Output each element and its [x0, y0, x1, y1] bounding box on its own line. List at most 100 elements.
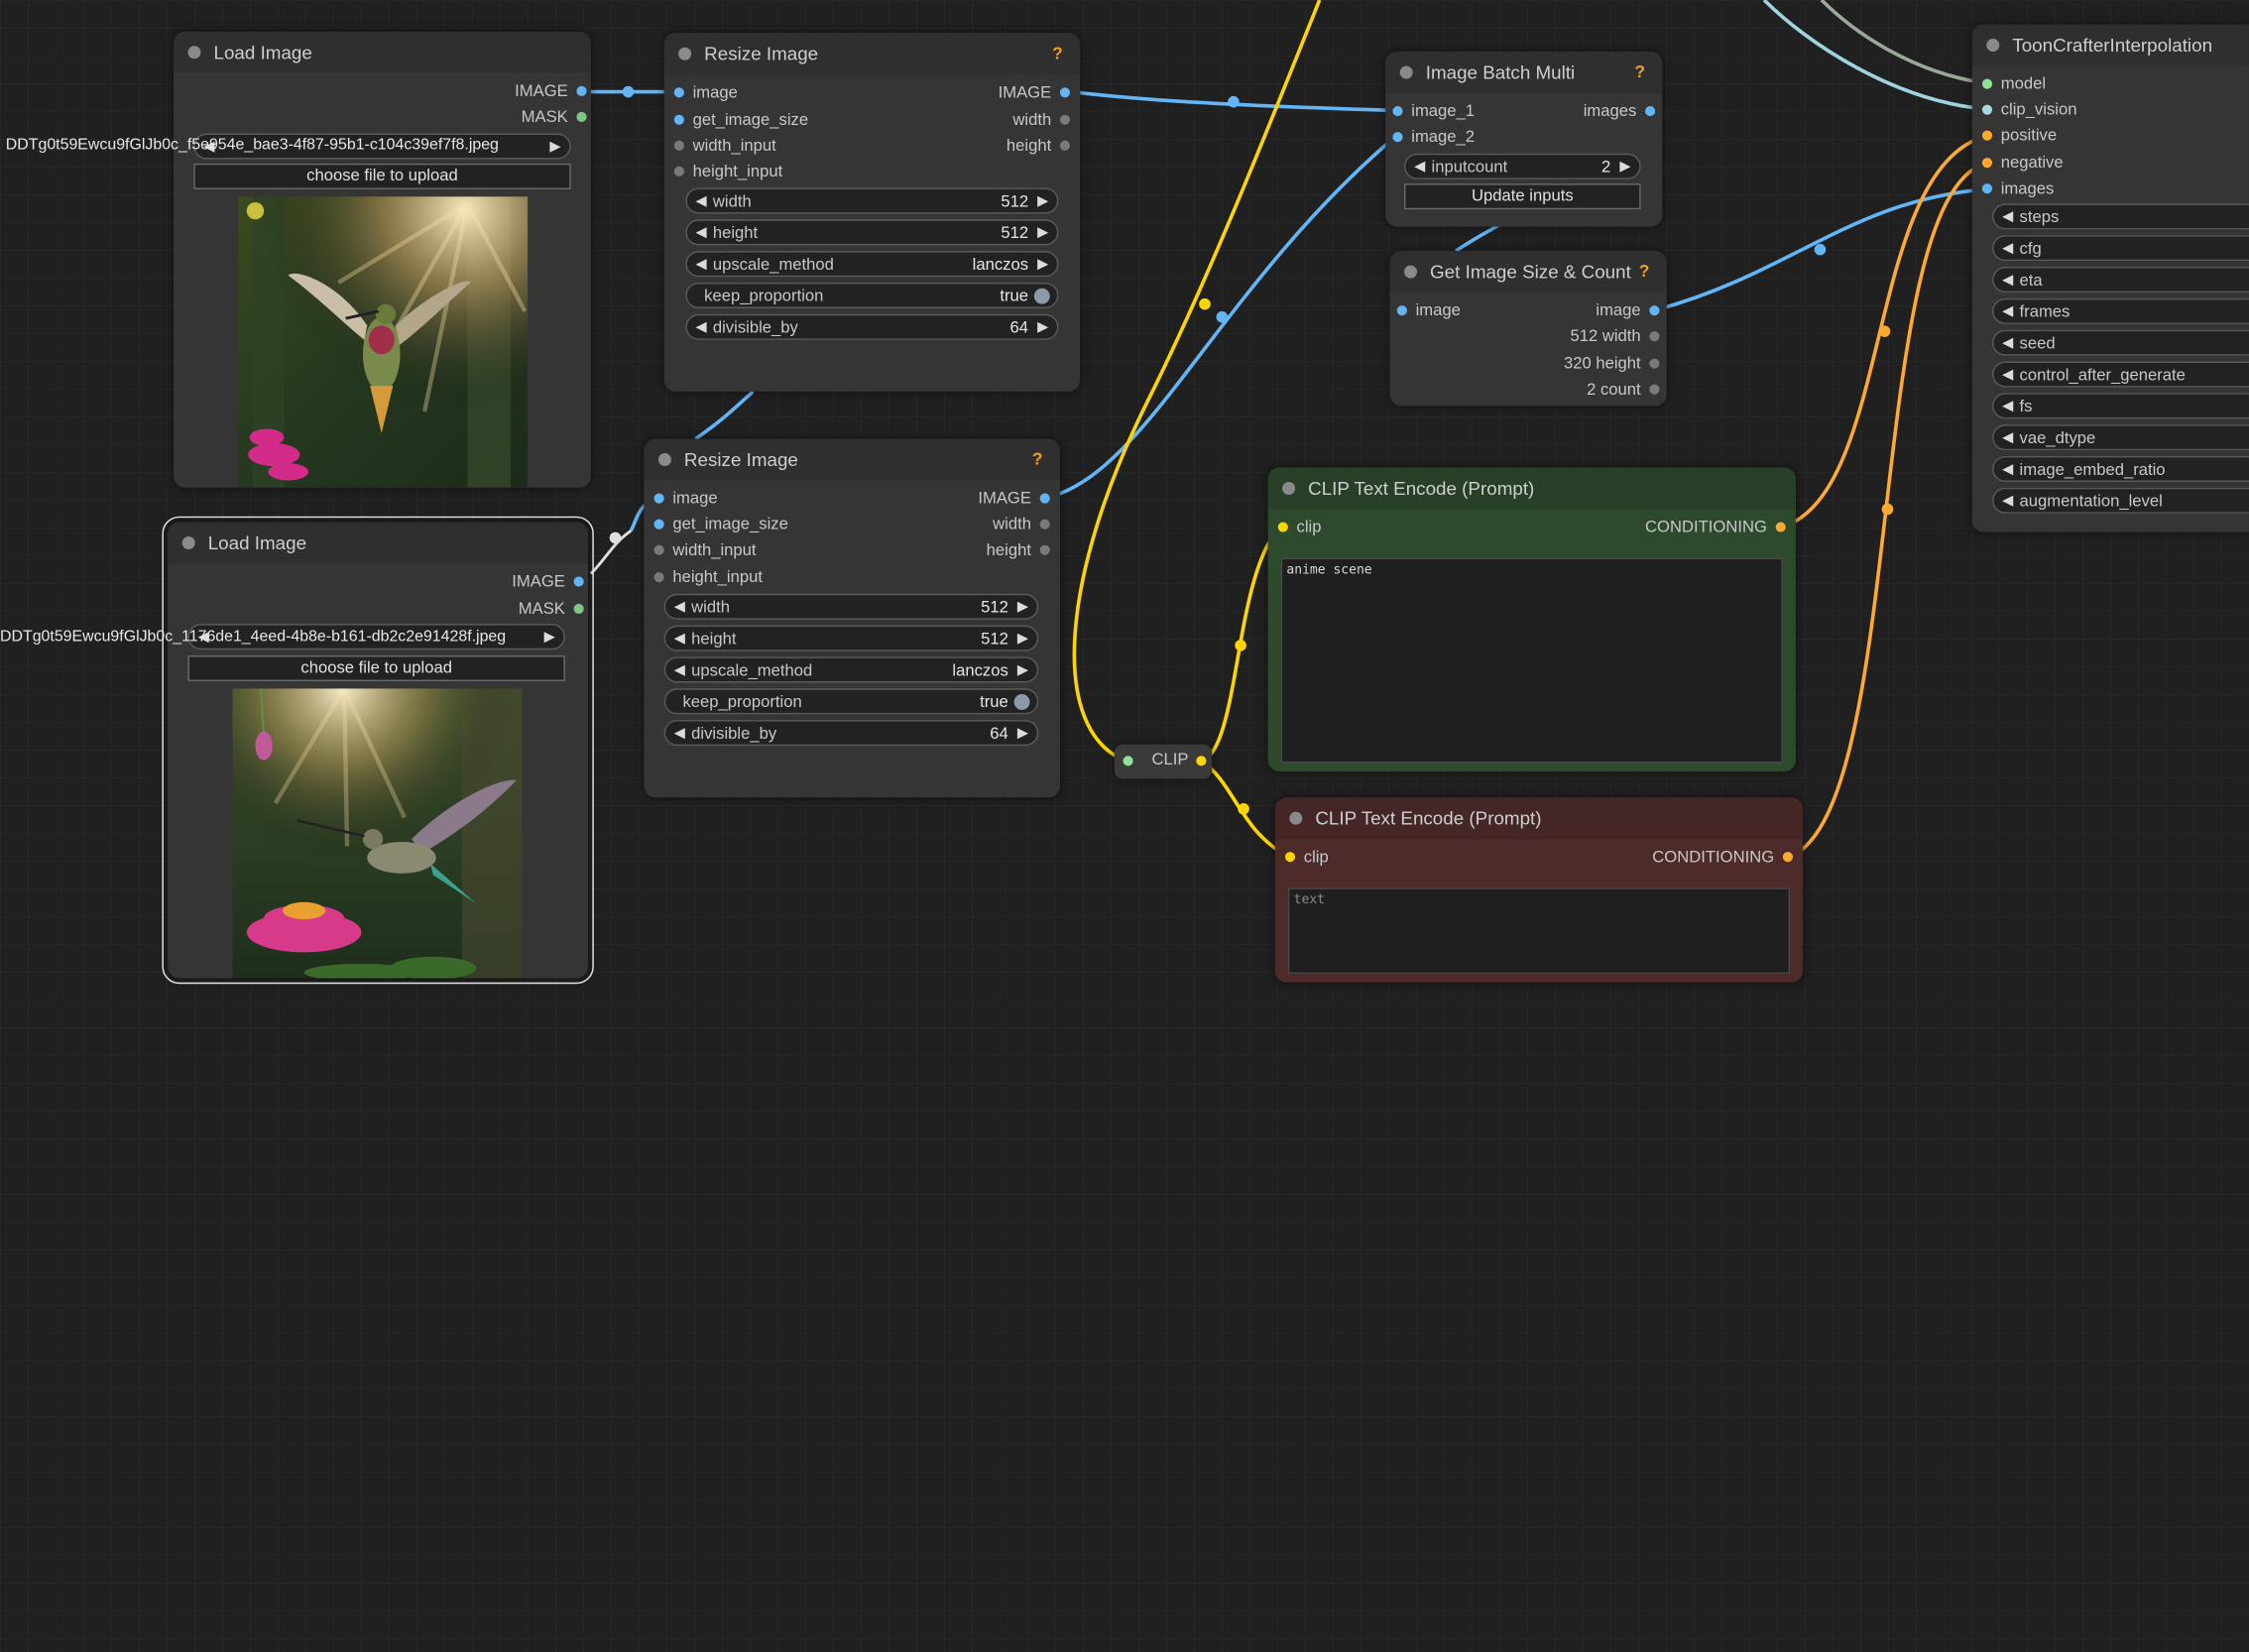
output-pin[interactable]	[1649, 331, 1660, 342]
collapse-dot[interactable]	[1399, 65, 1413, 79]
arrow-left-icon[interactable]: ◀	[2002, 457, 2013, 483]
augmentation-level-widget[interactable]: ◀ augmentation_level	[1992, 487, 2249, 514]
keep-proportion-toggle[interactable]: keep_proportion true	[685, 282, 1059, 308]
output-pin[interactable]	[1775, 522, 1786, 532]
input-image[interactable]: image	[669, 83, 738, 103]
arrow-left-icon[interactable]: ◀	[696, 189, 707, 215]
input-pin[interactable]	[653, 519, 664, 530]
collapse-dot[interactable]	[1404, 265, 1418, 279]
arrow-left-icon[interactable]: ◀	[674, 627, 685, 652]
input-height[interactable]: height_input	[650, 568, 763, 588]
arrow-right-icon[interactable]: ▶	[1037, 221, 1048, 247]
input-clip[interactable]: clip	[1281, 848, 1329, 868]
arrow-right-icon[interactable]: ▶	[1017, 595, 1028, 621]
arrow-left-icon[interactable]: ◀	[696, 253, 707, 279]
input-image-2[interactable]: image_2	[1388, 128, 1475, 148]
vae-dtype-widget[interactable]: ◀ vae_dtype	[1992, 424, 2249, 452]
keep-proportion-toggle[interactable]: keep_proportion true	[663, 688, 1039, 715]
output-width[interactable]: 512 width	[1570, 327, 1663, 347]
output-mask[interactable]: MASK	[519, 600, 588, 620]
output-height[interactable]: 320 height	[1564, 354, 1664, 374]
input-pin[interactable]	[1981, 78, 1993, 89]
collapse-dot[interactable]	[1289, 811, 1303, 825]
input-pin[interactable]	[653, 544, 664, 555]
input-pin[interactable]	[1981, 183, 1993, 194]
output-height[interactable]: height	[1006, 136, 1074, 156]
arrow-left-icon[interactable]: ◀	[2002, 426, 2013, 452]
reroute-input-pin[interactable]	[1123, 756, 1133, 767]
node-title[interactable]: CLIP Text Encode (Prompt)	[1267, 467, 1796, 510]
output-pin[interactable]	[1645, 106, 1656, 117]
input-pin[interactable]	[653, 493, 664, 504]
height-widget[interactable]: ◀ height 512 ▶	[663, 625, 1039, 652]
input-pin[interactable]	[1981, 130, 1993, 141]
collapse-dot[interactable]	[187, 46, 201, 59]
output-images[interactable]: images	[1584, 102, 1660, 122]
input-clip-vision[interactable]: clip_vision	[1978, 100, 2076, 120]
input-image-1[interactable]: image_1	[1388, 102, 1475, 122]
collapse-dot[interactable]	[181, 535, 195, 549]
resize-image-node-2[interactable]: Resize Image? image get_image_size width…	[644, 438, 1060, 798]
arrow-right-icon[interactable]: ▶	[544, 626, 555, 651]
output-pin[interactable]	[1059, 140, 1071, 151]
clip-text-encode-negative-node[interactable]: CLIP Text Encode (Prompt) clip CONDITION…	[1274, 797, 1804, 983]
prompt-textarea[interactable]: text	[1287, 887, 1791, 975]
arrow-right-icon[interactable]: ▶	[549, 135, 560, 161]
output-mask[interactable]: MASK	[522, 107, 591, 127]
arrow-right-icon[interactable]: ▶	[1017, 658, 1028, 684]
steps-widget[interactable]: ◀ steps	[1992, 203, 2249, 231]
node-title[interactable]: Resize Image?	[644, 438, 1060, 481]
output-conditioning[interactable]: CONDITIONING	[1645, 518, 1790, 537]
output-width[interactable]: width	[993, 515, 1054, 534]
tooncrafter-interpolation-node[interactable]: ToonCrafterInterpolation model clip_visi…	[1971, 24, 2249, 532]
clip-text-encode-positive-node[interactable]: CLIP Text Encode (Prompt) clip CONDITION…	[1267, 467, 1796, 772]
input-pin[interactable]	[1284, 852, 1296, 863]
output-image[interactable]: IMAGE	[999, 83, 1075, 103]
input-pin[interactable]	[1981, 158, 1993, 169]
input-pin[interactable]	[1981, 104, 1993, 115]
reroute-output-pin[interactable]	[1196, 756, 1207, 767]
arrow-left-icon[interactable]: ◀	[674, 722, 685, 748]
clip-reroute-node[interactable]: CLIP	[1114, 744, 1213, 779]
arrow-left-icon[interactable]: ◀	[2002, 205, 2013, 231]
input-image[interactable]: image	[1392, 301, 1461, 321]
node-title[interactable]: Get Image Size & Count?	[1389, 251, 1667, 294]
input-images[interactable]: images	[1978, 179, 2054, 199]
arrow-right-icon[interactable]: ▶	[1037, 253, 1048, 279]
input-pin[interactable]	[673, 114, 684, 125]
prompt-textarea[interactable]: anime scene	[1280, 557, 1783, 764]
output-pin[interactable]	[1039, 493, 1050, 504]
divisible-by-widget[interactable]: ◀ divisible_by 64 ▶	[663, 720, 1039, 748]
arrow-left-icon[interactable]: ◀	[2002, 299, 2013, 325]
output-conditioning[interactable]: CONDITIONING	[1652, 848, 1797, 868]
update-inputs-button[interactable]: Update inputs	[1404, 183, 1641, 210]
help-icon[interactable]: ?	[1032, 439, 1043, 481]
output-pin[interactable]	[1039, 519, 1050, 530]
get-image-size-count-node[interactable]: Get Image Size & Count? image image 512 …	[1389, 251, 1667, 407]
help-icon[interactable]: ?	[1639, 251, 1650, 293]
output-image[interactable]: IMAGE	[515, 81, 591, 101]
output-pin[interactable]	[1649, 358, 1660, 369]
input-pin[interactable]	[1396, 305, 1407, 316]
input-get-image-size[interactable]: get_image_size	[650, 515, 788, 534]
collapse-dot[interactable]	[1282, 481, 1296, 496]
upload-button[interactable]: choose file to upload	[187, 655, 565, 682]
output-count[interactable]: 2 count	[1587, 380, 1664, 400]
arrow-left-icon[interactable]: ◀	[674, 595, 685, 621]
input-clip[interactable]: clip	[1273, 518, 1322, 537]
frames-widget[interactable]: ◀ frames	[1992, 297, 2249, 325]
arrow-left-icon[interactable]: ◀	[2002, 395, 2013, 420]
input-pin[interactable]	[1277, 522, 1288, 532]
collapse-dot[interactable]	[678, 47, 692, 60]
help-icon[interactable]: ?	[1052, 33, 1063, 74]
node-title[interactable]: ToonCrafterInterpolation	[1971, 24, 2249, 66]
help-icon[interactable]: ?	[1634, 52, 1645, 93]
output-image[interactable]: IMAGE	[978, 489, 1054, 509]
output-image[interactable]: image	[1596, 301, 1663, 321]
arrow-left-icon[interactable]: ◀	[696, 315, 707, 341]
arrow-right-icon[interactable]: ▶	[1037, 315, 1048, 341]
input-pin[interactable]	[673, 166, 684, 177]
arrow-left-icon[interactable]: ◀	[1414, 155, 1425, 180]
node-title[interactable]: Load Image	[174, 31, 591, 73]
arrow-left-icon[interactable]: ◀	[2002, 268, 2013, 294]
